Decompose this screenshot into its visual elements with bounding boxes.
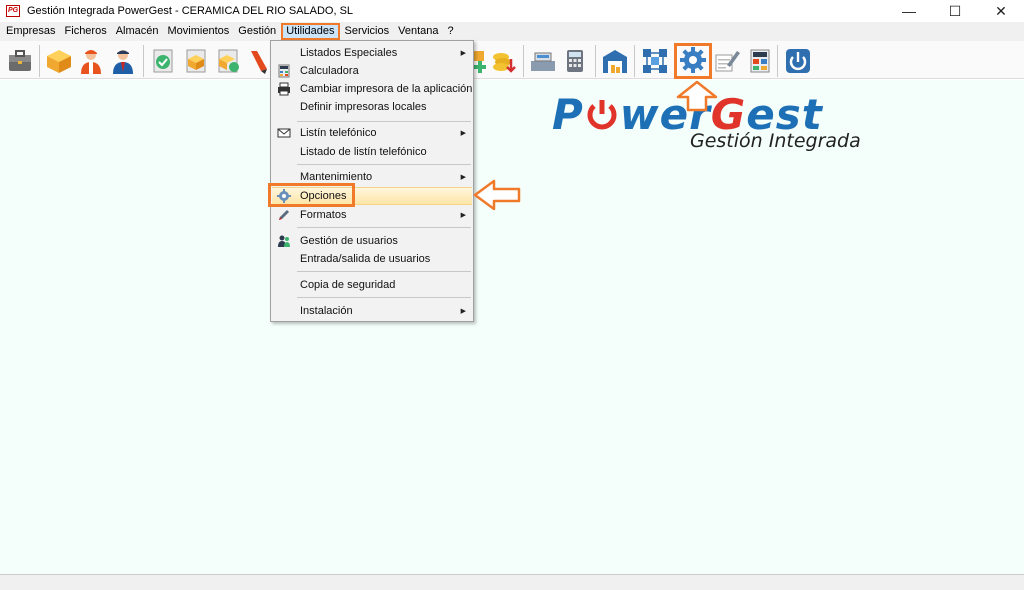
toolbar-separator	[777, 45, 778, 77]
submenu-arrow-icon: ▶	[460, 308, 466, 315]
menu-item-formatos[interactable]: Formatos ▶	[272, 206, 472, 224]
menu-item-label: Listados Especiales	[300, 47, 398, 59]
submenu-arrow-icon: ▶	[460, 50, 466, 57]
powergest-logo: PwerGest Gestión Integrada	[552, 90, 902, 156]
window-title: Gestión Integrada PowerGest - CERAMICA D…	[27, 5, 354, 17]
edit-icon[interactable]	[713, 47, 741, 75]
power-icon[interactable]	[784, 47, 812, 75]
menu-item-label: Copia de seguridad	[300, 279, 396, 291]
opciones-highlight-annotation	[268, 183, 355, 207]
menu-empresas[interactable]: Empresas	[2, 23, 60, 40]
coins-icon[interactable]	[491, 47, 519, 75]
menu-item-label: Listín telefónico	[300, 127, 377, 139]
window-controls: — ☐ ✕	[886, 0, 1024, 22]
pencil-icon	[279, 210, 289, 220]
toolbar	[0, 41, 1024, 79]
envelope-icon	[277, 128, 291, 138]
cash-register-icon[interactable]	[529, 47, 557, 75]
toolbar-separator	[523, 45, 524, 77]
menu-item-label: Formatos	[300, 209, 347, 221]
toolbar-separator	[39, 45, 40, 77]
toolbar-separator	[595, 45, 596, 77]
menu-item-listado-listin[interactable]: Listado de listín telefónico	[272, 143, 472, 161]
calculator-device-icon[interactable]	[561, 47, 589, 75]
logo-subtitle: Gestión Integrada	[690, 130, 861, 152]
submenu-arrow-icon: ▶	[460, 130, 466, 137]
menu-separator	[297, 227, 471, 228]
submenu-arrow-icon: ▶	[460, 174, 466, 181]
menu-servicios[interactable]: Servicios	[341, 23, 394, 40]
menu-item-gestion-usuarios[interactable]: Gestión de usuarios	[272, 232, 472, 250]
menu-item-listin-telefonico[interactable]: Listín telefónico ▶	[272, 124, 472, 142]
package-icon[interactable]	[182, 47, 210, 75]
menu-item-definir-impresoras[interactable]: Definir impresoras locales	[272, 98, 472, 116]
app-logo-icon: PG	[6, 5, 20, 17]
status-bar	[0, 574, 1024, 590]
businessman-icon[interactable]	[109, 47, 137, 75]
menu-item-instalacion[interactable]: Instalación ▶	[272, 302, 472, 320]
calculator-icon	[278, 64, 290, 78]
logo-letter-p: P	[552, 90, 584, 139]
menu-item-entrada-salida[interactable]: Entrada/salida de usuarios	[272, 250, 472, 268]
maximize-button[interactable]: ☐	[932, 0, 978, 22]
box-icon[interactable]	[45, 47, 73, 75]
toolbar-separator	[634, 45, 635, 77]
menu-separator	[297, 164, 471, 165]
arrow-up-annotation-icon	[676, 80, 718, 112]
menu-item-listados-especiales[interactable]: Listados Especiales ▶	[272, 44, 472, 62]
briefcase-icon[interactable]	[6, 47, 34, 75]
warehouse-icon[interactable]	[601, 47, 629, 75]
menu-item-calculadora[interactable]: Calculadora	[272, 62, 472, 80]
package-check-icon[interactable]	[214, 47, 242, 75]
menu-ventana[interactable]: Ventana	[394, 23, 442, 40]
menu-bar: Empresas Ficheros Almacén Movimientos Ge…	[0, 22, 1024, 41]
menu-item-label: Gestión de usuarios	[300, 235, 398, 247]
menu-utilidades[interactable]: Utilidades	[281, 23, 340, 40]
check-icon[interactable]	[149, 47, 177, 75]
users-icon	[278, 235, 290, 247]
utilidades-dropdown: Listados Especiales ▶ Calculadora Cambia…	[270, 40, 474, 322]
arrow-left-annotation-icon	[473, 179, 521, 211]
menu-item-cambiar-impresora[interactable]: Cambiar impresora de la aplicación	[272, 80, 472, 98]
title-bar: PG Gestión Integrada PowerGest - CERAMIC…	[0, 0, 1024, 22]
menu-separator	[297, 271, 471, 272]
menu-item-label: Calculadora	[300, 65, 359, 77]
worker-icon[interactable]	[77, 47, 105, 75]
menu-separator	[297, 121, 471, 122]
logo-power-o-icon	[587, 100, 617, 130]
menu-gestion[interactable]: Gestión	[234, 23, 280, 40]
menu-item-copia-seguridad[interactable]: Copia de seguridad	[272, 276, 472, 294]
menu-help[interactable]: ?	[444, 23, 458, 40]
pen-icon[interactable]	[245, 47, 273, 75]
menu-item-label: Listado de listín telefónico	[300, 146, 427, 158]
minimize-button[interactable]: —	[886, 0, 932, 22]
calculator-icon[interactable]	[746, 47, 774, 75]
network-icon[interactable]	[641, 47, 669, 75]
gear-highlight-annotation	[674, 43, 712, 79]
menu-ficheros[interactable]: Ficheros	[61, 23, 111, 40]
menu-item-label: Mantenimiento	[300, 171, 373, 183]
menu-separator	[297, 297, 471, 298]
close-button[interactable]: ✕	[978, 0, 1024, 22]
menu-item-label: Entrada/salida de usuarios	[300, 253, 431, 265]
submenu-arrow-icon: ▶	[460, 212, 466, 219]
menu-movimientos[interactable]: Movimientos	[164, 23, 234, 40]
toolbar-separator	[143, 45, 144, 77]
menu-item-label: Instalación	[300, 305, 353, 317]
menu-almacen[interactable]: Almacén	[112, 23, 163, 40]
menu-item-label: Definir impresoras locales	[300, 101, 427, 113]
printer-icon	[278, 82, 290, 96]
menu-item-label: Cambiar impresora de la aplicación	[300, 83, 473, 95]
